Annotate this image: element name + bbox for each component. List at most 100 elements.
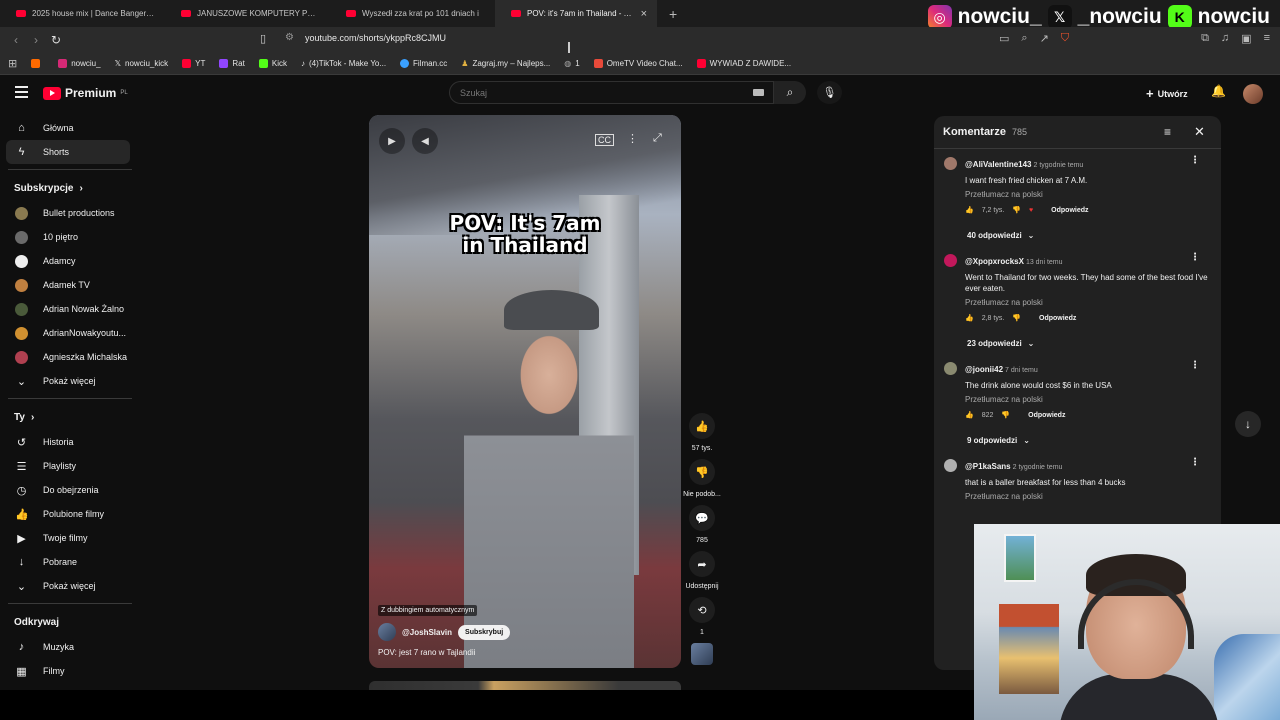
- dislike-button[interactable]: 👎: [689, 459, 715, 485]
- guide-menu-icon[interactable]: [15, 86, 28, 101]
- bookmark-item[interactable]: Rat: [219, 59, 245, 68]
- music-control-icon[interactable]: ♫: [1221, 32, 1229, 45]
- fullscreen-icon[interactable]: ⤢: [653, 132, 662, 145]
- bookmark-item[interactable]: nowciu_: [58, 59, 101, 68]
- shorts-video-player[interactable]: POV: It's 7am in Thailand ▶ ◀ CC ⋮ ⤢ Z d…: [369, 115, 681, 668]
- sidebar-item-shorts[interactable]: ϟ Shorts: [6, 140, 130, 164]
- show-more-you[interactable]: ⌄ Pokaż więcej: [0, 574, 140, 598]
- back-icon[interactable]: ‹: [6, 33, 26, 47]
- like-button[interactable]: 👍: [689, 413, 715, 439]
- thumb-down-icon[interactable]: 👎: [1012, 206, 1021, 214]
- comment-menu-icon[interactable]: ⋮: [1190, 155, 1200, 166]
- sidebar-item-history[interactable]: ↺ Historia: [0, 430, 140, 454]
- sidebar-item-watch-later[interactable]: ◷ Do obejrzenia: [0, 478, 140, 502]
- remix-button[interactable]: ⟲: [689, 597, 715, 623]
- thumb-up-icon[interactable]: 👍: [965, 411, 974, 419]
- forward-icon[interactable]: ›: [26, 33, 46, 47]
- browser-tab[interactable]: Wyszedł zza krat po 101 dniach i: [330, 0, 495, 27]
- comment-author[interactable]: @AliValentine143: [965, 160, 1032, 169]
- view-replies-button[interactable]: 40 odpowiedzi ⌄: [934, 231, 1221, 240]
- new-tab-icon[interactable]: +: [669, 6, 677, 22]
- bookmark-item[interactable]: ♪ (4)TikTok - Make Yo...: [301, 59, 386, 68]
- sidebar-item-liked-videos[interactable]: 👍 Polubione filmy: [0, 502, 140, 526]
- comments-button[interactable]: 💬: [689, 505, 715, 531]
- close-icon[interactable]: ✕: [1194, 124, 1205, 140]
- bookmark-item[interactable]: 𝕏nowciu_kick: [115, 59, 169, 68]
- video-description[interactable]: POV: jest 7 rano w Tajlandii: [378, 648, 475, 657]
- keyboard-icon[interactable]: [753, 89, 764, 96]
- translate-link[interactable]: Przetłumacz na polski: [965, 492, 1221, 501]
- subscribe-button[interactable]: Subskrybuj: [458, 624, 511, 640]
- comment-author[interactable]: @XpopxrocksX: [965, 257, 1024, 266]
- bookmark-item[interactable]: WYWIAD Z DAWIDE...: [696, 59, 791, 68]
- browser-tab[interactable]: JANUSZOWE KOMPUTERY PC Niemie: [165, 0, 330, 27]
- bookmark-item[interactable]: ◍ 1: [564, 59, 579, 68]
- sidebar-item-movies[interactable]: ▦ Filmy: [0, 659, 140, 683]
- channel-avatar[interactable]: [378, 623, 396, 641]
- reload-icon[interactable]: ↻: [46, 33, 66, 47]
- sort-icon[interactable]: ≡: [1164, 125, 1171, 139]
- channel-name[interactable]: @JoshSlavin: [402, 628, 452, 637]
- commenter-avatar[interactable]: [944, 254, 957, 267]
- reply-button[interactable]: Odpowiedz: [1028, 412, 1065, 419]
- commenter-avatar[interactable]: [944, 459, 957, 472]
- reply-button[interactable]: Odpowiedz: [1051, 207, 1088, 214]
- thumb-down-icon[interactable]: 👎: [1012, 314, 1021, 322]
- translate-link[interactable]: Przetłumacz na polski: [965, 395, 1221, 404]
- sidebar-item-music[interactable]: ♪ Muzyka: [0, 635, 140, 659]
- wallet-icon[interactable]: ▣: [1241, 32, 1251, 45]
- play-button-icon[interactable]: ▶: [379, 128, 405, 154]
- comment-author[interactable]: @P1kaSans: [965, 462, 1011, 471]
- thumb-up-icon[interactable]: 👍: [965, 206, 974, 214]
- show-more-subscriptions[interactable]: ⌄ Pokaż więcej: [0, 369, 140, 393]
- youtube-premium-logo[interactable]: Premium PL: [43, 86, 128, 100]
- scroll-down-arrow-icon[interactable]: ↓: [1235, 411, 1261, 437]
- browser-tab-active[interactable]: POV: it's 7am in Thailand - YouTu ×: [495, 0, 657, 27]
- sidebar-sub-item[interactable]: Agnieszka Michalska: [0, 345, 140, 369]
- sidebar-sub-item[interactable]: Adamek TV: [0, 273, 140, 297]
- captions-icon[interactable]: CC: [595, 134, 614, 146]
- comment-menu-icon[interactable]: ⋮: [1190, 457, 1200, 468]
- volume-icon[interactable]: ◀: [412, 128, 438, 154]
- bookmark-item[interactable]: OmeTV Video Chat...: [593, 59, 683, 68]
- sidebar-sub-item[interactable]: Adamcy: [0, 249, 140, 273]
- account-avatar[interactable]: [1243, 84, 1263, 104]
- voice-search-mic-icon[interactable]: 🎙: [817, 81, 842, 104]
- extensions-icon[interactable]: ⧉: [1201, 32, 1209, 45]
- brave-shield-icon[interactable]: ⛉: [1061, 32, 1069, 45]
- subscriptions-heading[interactable]: Subskrypcje ›: [0, 175, 140, 201]
- translate-link[interactable]: Przetłumacz na polski: [965, 298, 1221, 307]
- translate-link[interactable]: Przetłumacz na polski: [965, 190, 1221, 199]
- view-replies-button[interactable]: 9 odpowiedzi ⌄: [934, 436, 1221, 445]
- site-info-icon[interactable]: ⚙: [285, 32, 294, 43]
- commenter-avatar[interactable]: [944, 362, 957, 375]
- close-tab-icon[interactable]: ×: [641, 8, 647, 20]
- browser-tab[interactable]: 2025 house mix | Dance Bangers - Yo: [0, 0, 165, 27]
- sidebar-sub-item[interactable]: Adrian Nowak Żalno: [0, 297, 140, 321]
- commenter-avatar[interactable]: [944, 157, 957, 170]
- reply-button[interactable]: Odpowiedz: [1039, 315, 1076, 322]
- sidebar-item-playlists[interactable]: ☰ Playlisty: [0, 454, 140, 478]
- comment-menu-icon[interactable]: ⋮: [1190, 360, 1200, 371]
- comment-author[interactable]: @joonii42: [965, 365, 1003, 374]
- bookmark-item[interactable]: ♟ Zagraj.my – Najleps...: [461, 59, 550, 68]
- search-input[interactable]: Szukaj: [449, 81, 774, 104]
- bookmark-item[interactable]: Filman.cc: [400, 59, 447, 68]
- menu-icon[interactable]: ≡: [1264, 32, 1270, 45]
- share-icon[interactable]: ↗: [1040, 32, 1049, 45]
- sidebar-item-your-videos[interactable]: ▶ Twoje filmy: [0, 526, 140, 550]
- url-field[interactable]: youtube.com/shorts/ykppRc8CJMU: [305, 33, 446, 43]
- sidebar-sub-item[interactable]: 10 piętro: [0, 225, 140, 249]
- thumb-down-icon[interactable]: 👎: [1001, 411, 1010, 419]
- bookmark-item[interactable]: [31, 59, 44, 68]
- sidebar-sub-item[interactable]: Bullet productions: [0, 201, 140, 225]
- sound-thumbnail[interactable]: [691, 643, 713, 665]
- thumb-up-icon[interactable]: 👍: [965, 314, 974, 322]
- notifications-bell-icon[interactable]: 🔔: [1211, 84, 1226, 98]
- bookmark-icon[interactable]: ▯: [260, 32, 266, 45]
- more-options-icon[interactable]: ⋮: [627, 132, 638, 145]
- comment-menu-icon[interactable]: ⋮: [1190, 252, 1200, 263]
- share-button[interactable]: ➦: [688, 551, 715, 577]
- sidebar-item-downloads[interactable]: ↓ Pobrane: [0, 550, 140, 574]
- view-replies-button[interactable]: 23 odpowiedzi ⌄: [934, 339, 1221, 348]
